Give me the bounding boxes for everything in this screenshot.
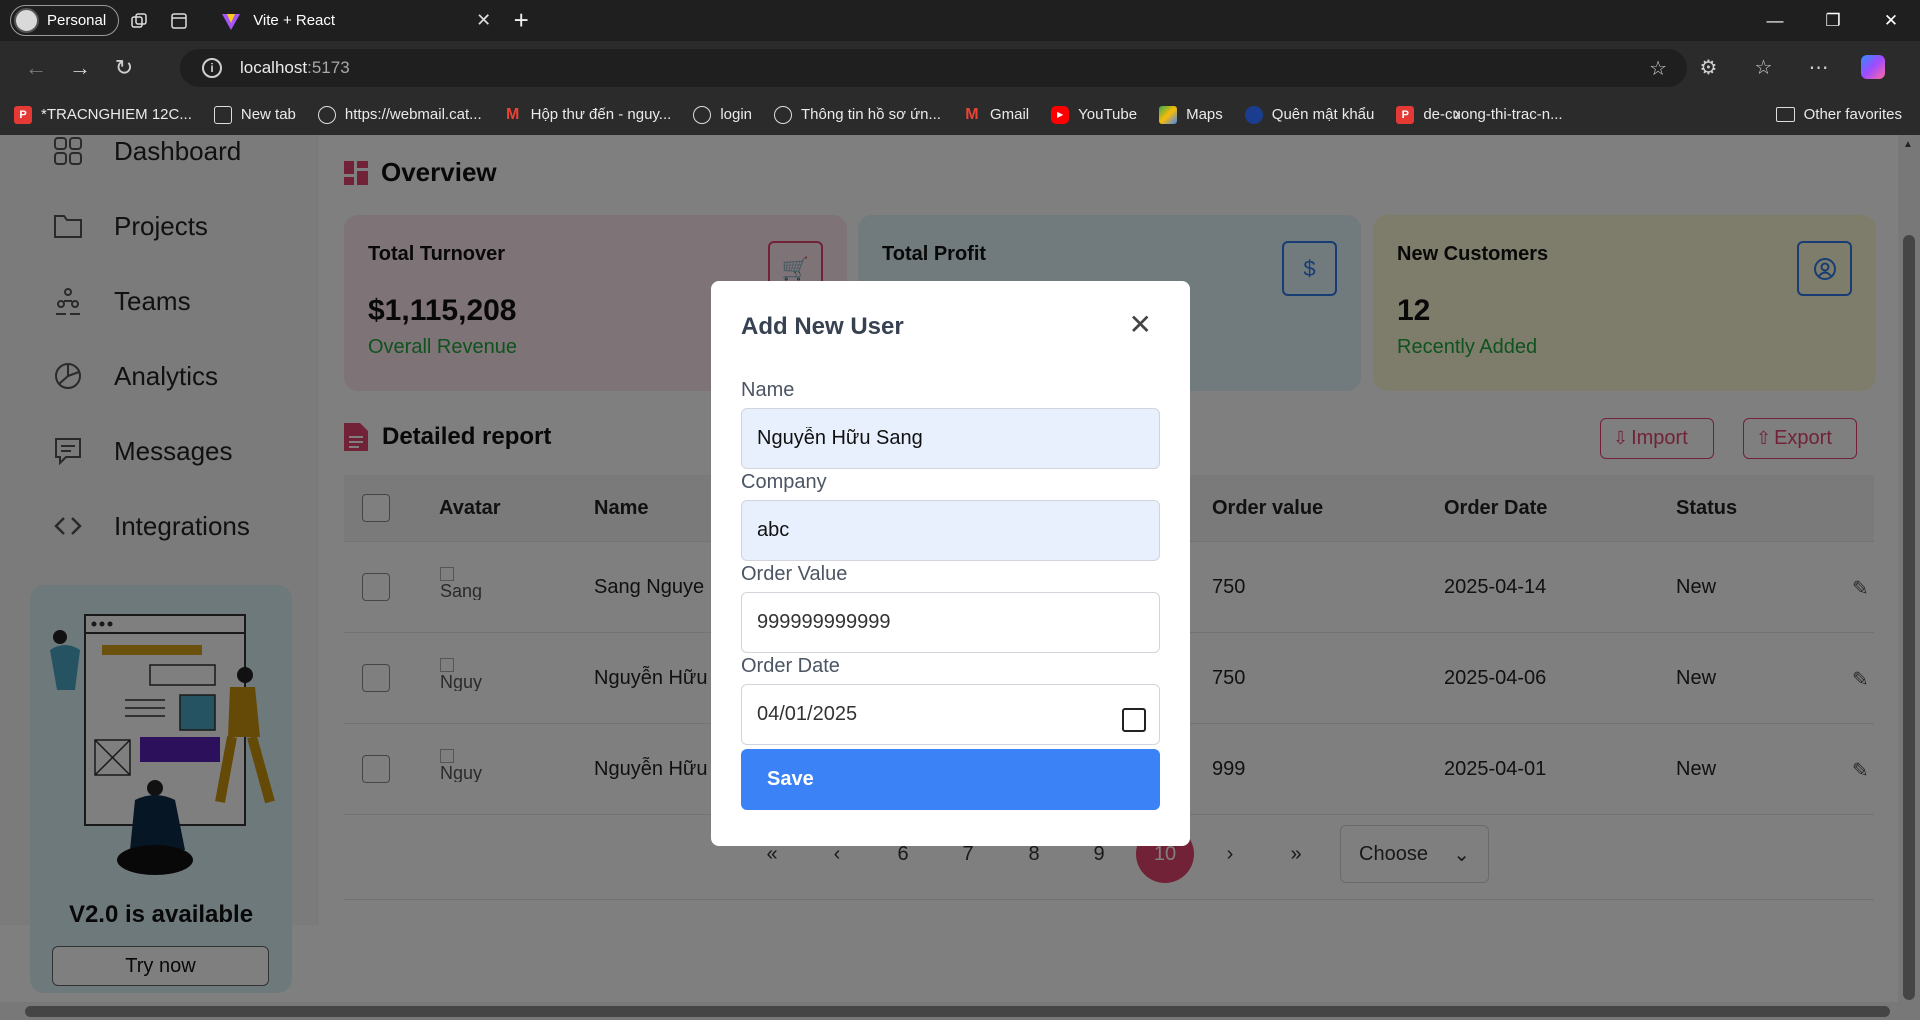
doc-icon [213, 105, 232, 124]
tab-title: Vite + React [253, 12, 336, 29]
globe-icon [317, 105, 336, 124]
profile-button[interactable]: Personal [10, 5, 120, 36]
bookmark-item[interactable]: ▶ YouTube [1051, 105, 1138, 124]
globe-icon [693, 105, 712, 124]
name-field[interactable] [741, 408, 1160, 469]
pdf-icon: P [1396, 105, 1415, 124]
add-user-modal: Add New User ✕ Name Company Order Value … [711, 281, 1190, 846]
site-info-icon[interactable]: i [202, 58, 222, 78]
close-window-icon[interactable]: ✕ [1862, 0, 1920, 41]
profile-avatar [14, 8, 39, 33]
order-value-label: Order Value [741, 563, 848, 585]
bookmark-item[interactable]: M Gmail [963, 106, 1029, 124]
forward-icon[interactable]: → [58, 48, 102, 88]
bookmark-item[interactable]: Quên mật khẩu [1244, 105, 1375, 124]
bookmark-item[interactable]: login [693, 105, 753, 124]
new-tab-button[interactable]: + [501, 5, 541, 36]
bookmark-item[interactable]: M Hộp thư đến - nguy... [504, 105, 672, 124]
bookmark-label: Maps [1186, 106, 1223, 123]
order-date-field[interactable] [741, 684, 1160, 745]
vite-icon [222, 13, 241, 30]
bookmark-item[interactable]: https://webmail.cat... [317, 105, 482, 124]
browser-titlebar: Personal Vite + React ✕ + — ❐ ✕ [0, 0, 1920, 41]
profile-label: Personal [47, 12, 107, 29]
back-icon[interactable]: ← [14, 48, 58, 88]
save-button[interactable]: Save [741, 749, 1160, 810]
favorites-icon[interactable]: ☆ [1736, 47, 1791, 87]
bookmark-label: Hộp thư đến - nguy... [530, 106, 672, 123]
calendar-icon[interactable] [1122, 708, 1146, 732]
globe-icon [774, 105, 793, 124]
bookmark-label: de-cuong-thi-trac-n... [1423, 106, 1563, 123]
modal-title: Add New User [741, 313, 904, 340]
favorite-star-icon[interactable]: ☆ [1649, 56, 1667, 81]
bookmarks-bar: P *TRACNGHIEM 12C... New tab https://webm… [0, 94, 1920, 135]
bookmark-item[interactable]: Thông tin hồ sơ ứn... [774, 105, 941, 124]
bookmarks-overflow-icon[interactable]: › [1453, 103, 1460, 126]
bookmark-item[interactable]: Pde-cuong-thi-trac-n... [1396, 105, 1563, 124]
bookmark-item[interactable]: New tab [213, 105, 296, 124]
bookmark-label: login [720, 106, 753, 123]
bookmark-label: Thông tin hồ sơ ứn... [801, 106, 941, 123]
extensions-icon[interactable]: ⚙ [1681, 47, 1736, 87]
other-favorites[interactable]: Other favorites [1775, 106, 1902, 123]
bookmark-label: YouTube [1078, 106, 1138, 123]
company-label: Company [741, 471, 827, 493]
tab-vite-react[interactable]: Vite + React ✕ [211, 1, 501, 41]
address-port: :5173 [307, 58, 350, 77]
bookmark-item[interactable]: Maps [1159, 105, 1223, 124]
bookmark-label: New tab [240, 106, 296, 123]
bookmark-label: https://webmail.cat... [344, 106, 482, 123]
minimize-icon[interactable]: — [1746, 0, 1804, 41]
pdf-icon: P [14, 105, 32, 124]
reload-icon[interactable]: ↻ [102, 48, 146, 88]
gmail-icon: M [965, 105, 979, 123]
restore-icon[interactable]: ❐ [1804, 0, 1862, 41]
shield-icon [1244, 105, 1263, 124]
order-date-label: Order Date [741, 655, 840, 677]
name-label: Name [741, 379, 795, 401]
bookmark-label: Quên mật khẩu [1271, 106, 1375, 123]
folder-icon [1775, 107, 1795, 122]
bookmark-label: Gmail [989, 106, 1030, 123]
page-viewport: Dashboard Projects Teams Analytics Messa… [0, 135, 1920, 1020]
order-value-field[interactable] [741, 592, 1160, 653]
gmail-icon: M [505, 105, 520, 123]
more-menu-icon[interactable]: ⋯ [1791, 47, 1846, 87]
close-icon[interactable]: ✕ [1129, 311, 1152, 339]
tab-actions-icon[interactable] [159, 1, 199, 41]
address-bar[interactable]: i localhost:5173 ☆ [180, 49, 1687, 87]
bookmark-item[interactable]: P *TRACNGHIEM 12C... [14, 105, 192, 124]
browser-navbar: ← → ↻ i localhost:5173 ☆ ⚙ ☆ ⋯ [0, 41, 1920, 94]
other-favorites-label: Other favorites [1803, 106, 1902, 123]
close-tab-icon[interactable]: ✕ [476, 10, 491, 31]
bookmark-label: *TRACNGHIEM 12C... [41, 106, 192, 123]
company-field[interactable] [741, 500, 1160, 561]
address-host: localhost [240, 58, 308, 77]
workspaces-icon[interactable] [119, 1, 159, 41]
copilot-icon[interactable] [1861, 55, 1885, 79]
maps-icon [1159, 105, 1178, 124]
youtube-icon: ▶ [1051, 105, 1070, 124]
